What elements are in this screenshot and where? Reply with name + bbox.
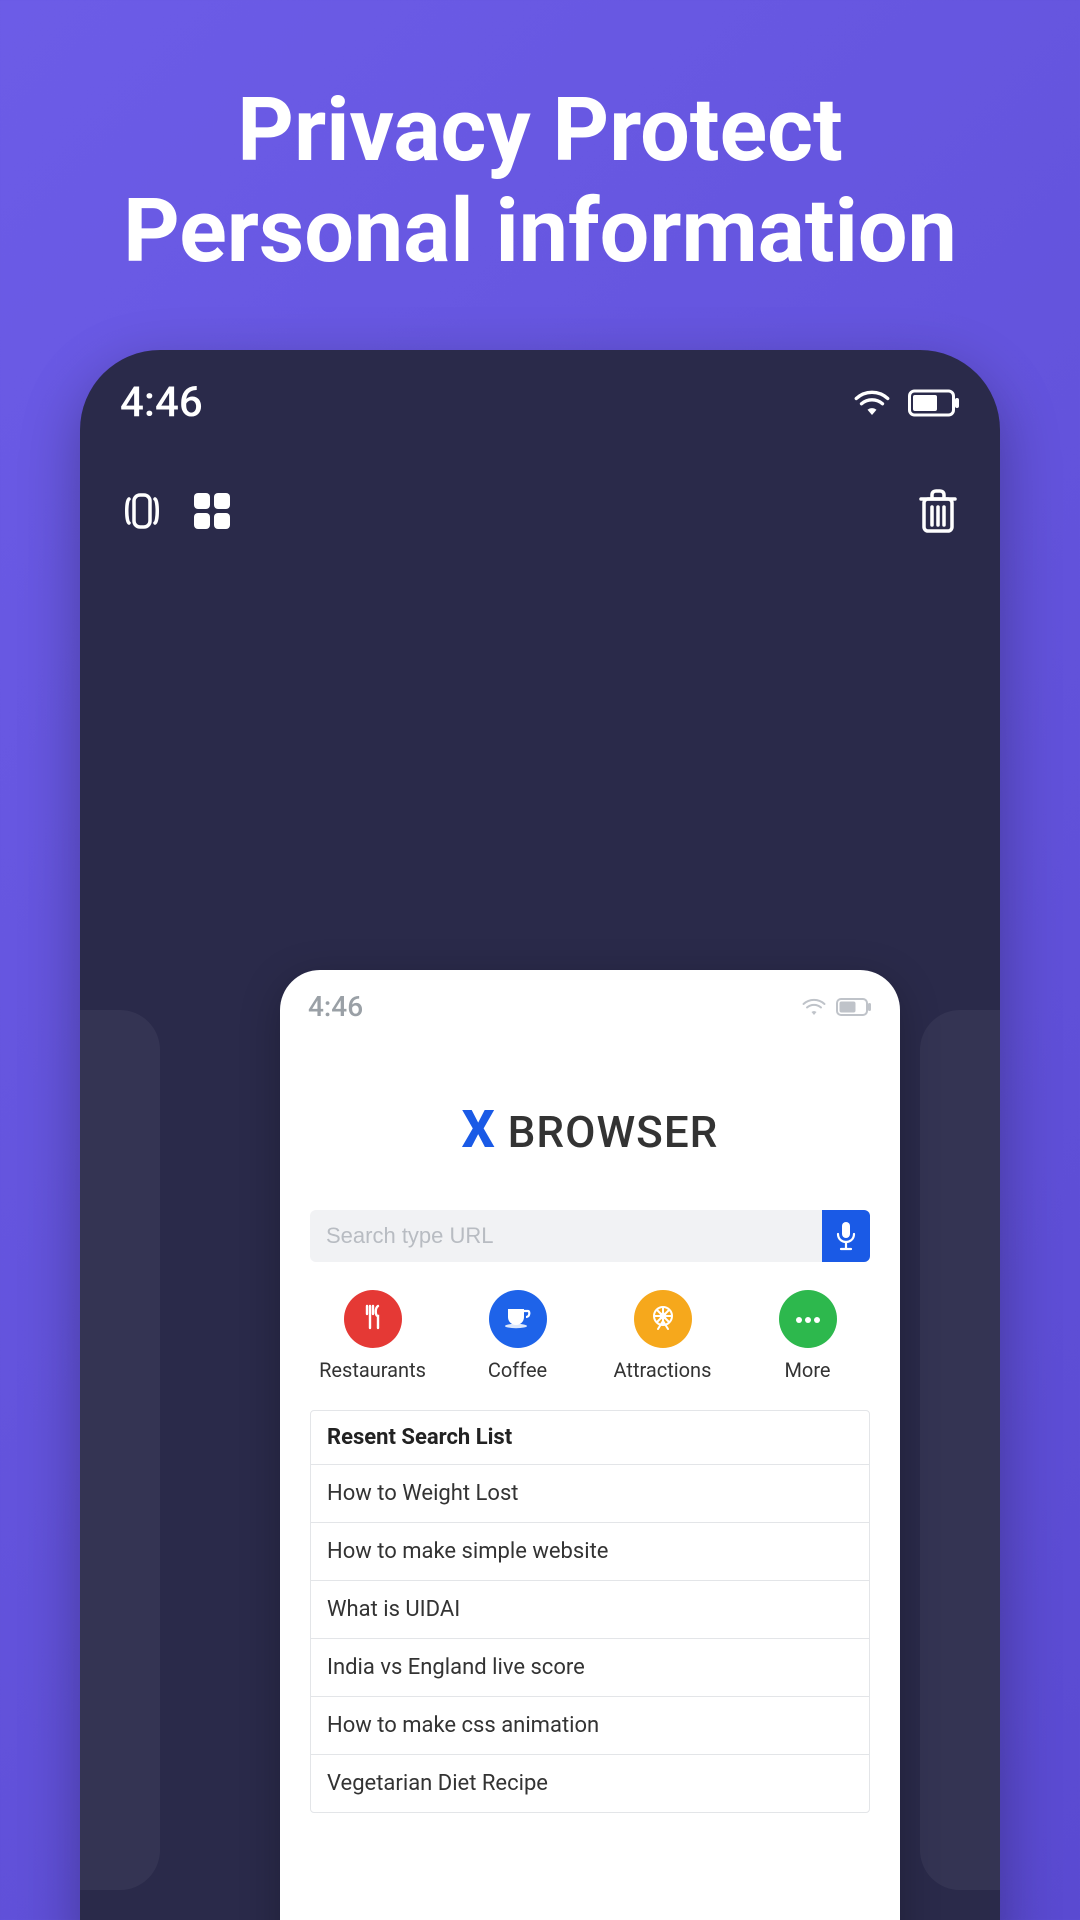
recent-item[interactable]: How to Weight Lost	[311, 1465, 869, 1523]
recent-item[interactable]: India vs England live score	[311, 1639, 869, 1697]
trash-icon[interactable]	[916, 487, 960, 535]
status-right	[854, 389, 960, 417]
shortcut-more[interactable]: More	[735, 1290, 880, 1382]
app-brand: X BROWSER	[280, 1099, 900, 1160]
shortcut-coffee[interactable]: Coffee	[445, 1290, 590, 1382]
shortcuts: Restaurants Coffee	[300, 1290, 880, 1382]
microphone-icon	[835, 1221, 857, 1251]
grid-view-icon[interactable]	[190, 489, 234, 533]
device-frame: 4:46	[80, 350, 1000, 1920]
search-bar	[310, 1210, 870, 1262]
brand-x: X	[462, 1099, 496, 1160]
promo-line1: Privacy Protect	[0, 80, 1080, 181]
recent-item[interactable]: How to make simple website	[311, 1523, 869, 1581]
attractions-icon	[649, 1303, 677, 1335]
shortcut-label: Coffee	[445, 1358, 590, 1382]
inner-status-bar: 4:46	[280, 970, 900, 1029]
tab-preview-right[interactable]	[920, 1010, 1000, 1890]
voice-button[interactable]	[822, 1210, 870, 1262]
tab-preview-left[interactable]	[80, 1010, 160, 1890]
wifi-icon	[802, 998, 826, 1016]
brand-name: BROWSER	[496, 1106, 719, 1158]
search-input[interactable]	[310, 1210, 822, 1262]
battery-icon	[836, 998, 872, 1016]
shortcut-attractions[interactable]: Attractions	[590, 1290, 735, 1382]
shortcut-label: Restaurants	[300, 1358, 445, 1382]
restaurant-icon	[360, 1304, 386, 1334]
carousel-view-icon[interactable]	[120, 489, 164, 533]
recent-header: Resent Search List	[311, 1411, 869, 1465]
wifi-icon	[854, 389, 890, 417]
recent-item[interactable]: Vegetarian Diet Recipe	[311, 1755, 869, 1812]
tab-toolbar	[80, 437, 1000, 555]
device-status-bar: 4:46	[80, 350, 1000, 437]
tab-preview-center[interactable]: 4:46 X BROW	[280, 970, 900, 1920]
recent-item[interactable]: What is UIDAI	[311, 1581, 869, 1639]
shortcut-label: More	[735, 1358, 880, 1382]
shortcut-restaurants[interactable]: Restaurants	[300, 1290, 445, 1382]
shortcut-label: Attractions	[590, 1358, 735, 1382]
status-time: 4:46	[120, 378, 203, 427]
promo-line2: Personal information	[0, 181, 1080, 282]
more-icon	[794, 1310, 822, 1329]
recent-search-list: Resent Search List How to Weight Lost Ho…	[310, 1410, 870, 1813]
promo-title: Privacy Protect Personal information	[0, 0, 1080, 282]
inner-status-time: 4:46	[308, 990, 363, 1023]
battery-icon	[908, 389, 960, 417]
coffee-icon	[504, 1305, 532, 1333]
recent-item[interactable]: How to make css animation	[311, 1697, 869, 1755]
